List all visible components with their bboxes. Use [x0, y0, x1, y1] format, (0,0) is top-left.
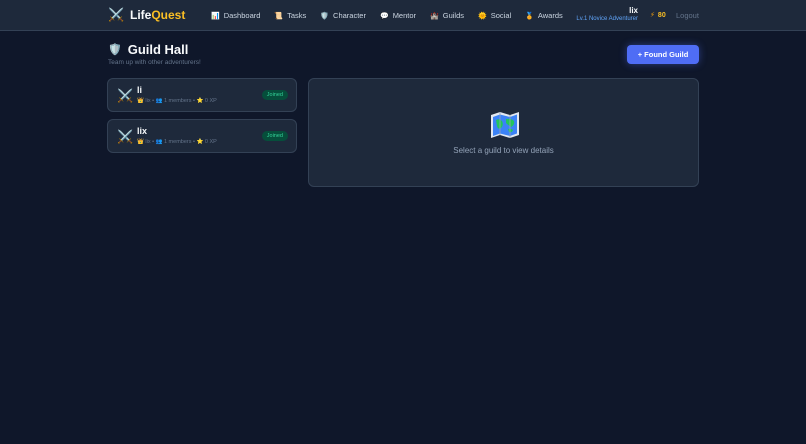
page-header: 🛡️ Guild Hall Team up with other adventu…	[108, 42, 201, 66]
castle-icon: 🏰	[430, 12, 439, 20]
guild-card[interactable]: ⚔️ lix 👑 lix • 👥 1 members • ⭐ 0 XP Join…	[107, 119, 297, 153]
user-level: Lv.1 Novice Adventurer	[576, 16, 638, 22]
nav-awards-label: Awards	[537, 11, 563, 20]
crown-icon: 👑	[137, 139, 144, 145]
crossed-swords-icon: ⚔️	[117, 129, 134, 144]
guild-card[interactable]: ⚔️ li 👑 lix • 👥 1 members • ⭐ 0 XP Joine…	[107, 78, 297, 112]
nav-mentor[interactable]: 💬 Mentor	[380, 11, 416, 20]
guild-members: 1 members	[163, 139, 192, 145]
members-icon: 👥	[155, 98, 163, 104]
crossed-swords-icon: ⚔️	[108, 7, 125, 22]
app-name-part2: Quest	[151, 8, 186, 22]
guild-owner: lix	[145, 139, 151, 145]
coin-balance: ⚡ 80	[650, 11, 666, 20]
lightning-icon: ⚡	[650, 12, 655, 19]
nav-character-label: Character	[333, 11, 366, 20]
map-icon	[491, 112, 519, 138]
scroll-icon: 📜	[274, 12, 284, 20]
nav-tasks[interactable]: 📜 Tasks	[274, 11, 306, 20]
medal-icon: 🏅	[525, 12, 534, 20]
guild-name: li	[137, 85, 143, 95]
nav-dashboard[interactable]: 📊 Dashboard	[211, 11, 260, 20]
shield-icon: 🛡️	[320, 12, 330, 20]
nav-tasks-label: Tasks	[287, 11, 307, 20]
page-subtitle: Team up with other adventurers!	[108, 59, 201, 66]
members-icon: 👥	[155, 139, 163, 145]
bar-chart-icon: 📊	[211, 12, 220, 20]
nav-guilds[interactable]: 🏰 Guilds	[430, 11, 464, 20]
shield-icon: 🛡️	[108, 44, 122, 56]
main-nav: 📊 Dashboard 📜 Tasks 🛡️ Character 💬 Mento…	[211, 0, 563, 31]
nav-mentor-label: Mentor	[392, 11, 417, 20]
guild-name: lix	[137, 126, 148, 136]
guild-xp: 0 XP	[204, 98, 217, 104]
page-title-text: Guild Hall	[127, 42, 189, 57]
nav-dashboard-label: Dashboard	[223, 11, 261, 20]
nav-social[interactable]: 🌞 Social	[478, 11, 511, 20]
coin-value: 80	[657, 11, 666, 19]
guild-members: 1 members	[163, 98, 192, 104]
guild-xp: 0 XP	[204, 139, 217, 145]
app-logo[interactable]: ⚔️ LifeQuest	[108, 7, 185, 23]
found-guild-button[interactable]: + Found Guild	[627, 45, 699, 64]
joined-badge: Joined	[261, 90, 288, 100]
logout-button[interactable]: Logout	[676, 11, 699, 20]
sun-icon: 🌞	[478, 12, 487, 20]
app-name: LifeQuest	[130, 8, 185, 22]
joined-badge: Joined	[261, 131, 288, 141]
top-navbar: ⚔️ LifeQuest 📊 Dashboard 📜 Tasks 🛡️ Char…	[0, 0, 806, 31]
speech-bubble-icon: 💬	[379, 12, 389, 20]
app-name-part1: Life	[130, 8, 152, 22]
guild-owner: lix	[145, 98, 151, 104]
guild-detail-panel: Select a guild to view details	[308, 78, 699, 187]
nav-character[interactable]: 🛡️ Character	[320, 11, 366, 20]
user-name: lix	[629, 6, 638, 15]
star-icon: ⭐	[196, 98, 204, 104]
nav-guilds-label: Guilds	[442, 11, 465, 20]
guild-meta: 👑 lix • 👥 1 members • ⭐ 0 XP	[137, 139, 217, 145]
star-icon: ⭐	[196, 139, 204, 145]
guild-meta: 👑 lix • 👥 1 members • ⭐ 0 XP	[137, 98, 217, 104]
page-title: 🛡️ Guild Hall	[108, 42, 201, 57]
empty-state-text: Select a guild to view details	[453, 146, 554, 155]
nav-social-label: Social	[490, 11, 512, 20]
crown-icon: 👑	[137, 98, 144, 104]
nav-awards[interactable]: 🏅 Awards	[525, 11, 563, 20]
user-info[interactable]: lix Lv.1 Novice Adventurer	[572, 6, 638, 24]
crossed-swords-icon: ⚔️	[117, 88, 134, 103]
